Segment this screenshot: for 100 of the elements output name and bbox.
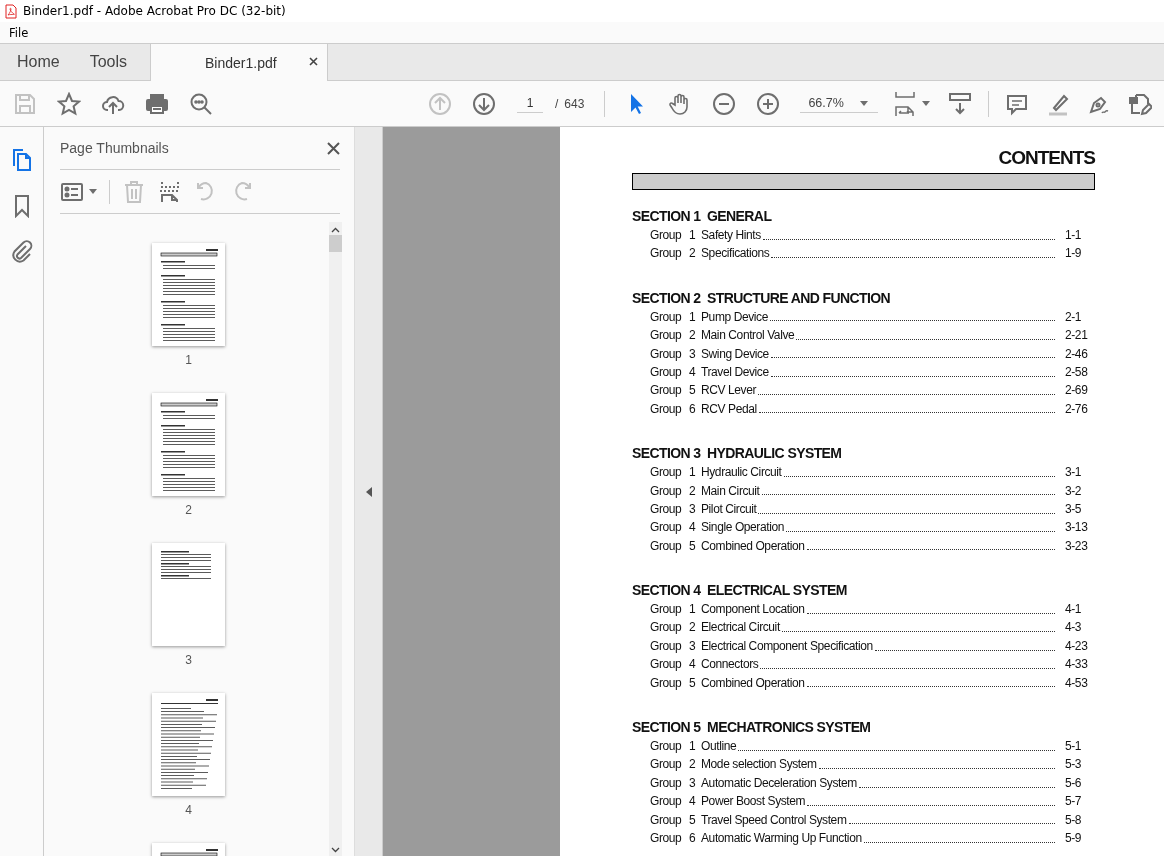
group-title: Combined Operation bbox=[701, 538, 806, 553]
zoom-field[interactable]: 66.7% bbox=[800, 94, 879, 113]
page-number-label: 4 bbox=[185, 803, 192, 817]
group-label: Group bbox=[650, 739, 683, 754]
nav-tab[interactable]: Home bbox=[2, 44, 75, 80]
section-title: SECTION 1 GENERAL bbox=[632, 208, 773, 224]
group-label: Group bbox=[650, 383, 683, 398]
group-title: Mode selection System bbox=[701, 757, 818, 772]
group-title: Main Control Valve bbox=[701, 328, 796, 343]
document-tab[interactable]: Binder1.pdf bbox=[150, 44, 328, 81]
page-reference: 5-8 bbox=[1065, 812, 1083, 827]
group-number: 5 bbox=[689, 383, 697, 398]
group-label: Group bbox=[650, 812, 683, 827]
group-title: Electrical Component Specification bbox=[701, 638, 874, 653]
group-label: Group bbox=[650, 757, 683, 772]
page-reference: 5-7 bbox=[1065, 794, 1083, 809]
page-reference: 3-5 bbox=[1065, 501, 1083, 516]
page-reference: 5-3 bbox=[1065, 757, 1083, 772]
group-title: Travel Speed Control System bbox=[701, 812, 848, 827]
group-title: Swing Device bbox=[701, 346, 770, 361]
panel-title: Page Thumbnails bbox=[60, 140, 169, 156]
group-title: Hydraulic Circuit bbox=[701, 465, 783, 480]
page-number-label: 2 bbox=[185, 503, 192, 517]
nav-tab[interactable]: Tools bbox=[74, 44, 143, 80]
page-reference: 2-21 bbox=[1065, 328, 1089, 343]
group-label: Group bbox=[650, 638, 683, 653]
group-number: 3 bbox=[689, 775, 697, 790]
group-label: Group bbox=[650, 346, 683, 361]
group-number: 3 bbox=[689, 638, 697, 653]
group-number: 5 bbox=[689, 538, 697, 553]
group-number: 4 bbox=[689, 657, 697, 672]
page-reference: 5-9 bbox=[1065, 831, 1083, 845]
page-count: 643 bbox=[564, 96, 585, 111]
group-title: Outline bbox=[701, 739, 738, 754]
group-number: 2 bbox=[689, 328, 697, 343]
page-reference: 3-1 bbox=[1065, 465, 1083, 480]
group-title: RCV Lever bbox=[701, 383, 758, 398]
group-title: Single Operation bbox=[701, 520, 785, 535]
group-number: 1 bbox=[689, 739, 697, 754]
group-number: 1 bbox=[689, 465, 697, 480]
page-reference: 2-69 bbox=[1065, 383, 1089, 398]
page-reference: 2-76 bbox=[1065, 401, 1089, 416]
group-title: Combined Operation bbox=[701, 675, 806, 690]
window-title: Binder1.pdf - Adobe Acrobat Pro DC (32-bit) bbox=[23, 4, 286, 18]
page-reference: 2-58 bbox=[1065, 364, 1089, 379]
menu-item[interactable]: File bbox=[7, 25, 31, 40]
group-number: 6 bbox=[689, 401, 697, 416]
group-number: 5 bbox=[689, 675, 697, 690]
group-title: RCV Pedal bbox=[701, 401, 758, 416]
group-number: 4 bbox=[689, 364, 697, 379]
group-title: Automatic Deceleration System bbox=[701, 775, 858, 790]
group-label: Group bbox=[650, 246, 683, 261]
page-number-field[interactable]: 1 bbox=[517, 94, 543, 113]
group-number: 6 bbox=[689, 831, 697, 845]
group-number: 1 bbox=[689, 309, 697, 324]
section-title: SECTION 4 ELECTRICAL SYSTEM bbox=[632, 582, 848, 599]
group-label: Group bbox=[650, 602, 683, 617]
group-label: Group bbox=[650, 483, 683, 498]
group-number: 4 bbox=[689, 520, 697, 535]
group-title: Electrical Circuit bbox=[701, 620, 782, 635]
page-number-label: 1 bbox=[185, 353, 192, 367]
page-reference: 5-6 bbox=[1065, 775, 1083, 790]
page-reference: 3-13 bbox=[1065, 520, 1089, 535]
group-label: Group bbox=[650, 675, 683, 690]
group-label: Group bbox=[650, 775, 683, 790]
section-title: SECTION 5 MECHATRONICS SYSTEM bbox=[632, 719, 872, 736]
page-reference: 4-53 bbox=[1065, 675, 1089, 690]
section-title: SECTION 2 STRUCTURE AND FUNCTION bbox=[632, 289, 892, 306]
group-title: Pump Device bbox=[701, 309, 769, 324]
group-title: Travel Device bbox=[701, 364, 770, 379]
group-title: Main Circuit bbox=[701, 483, 761, 498]
group-label: Group bbox=[650, 309, 683, 324]
group-label: Group bbox=[650, 831, 683, 845]
group-number: 3 bbox=[689, 501, 697, 516]
group-number: 2 bbox=[689, 620, 697, 635]
group-number: 3 bbox=[689, 346, 697, 361]
contents-heading: CONTENTS bbox=[998, 147, 1095, 169]
group-label: Group bbox=[650, 465, 683, 480]
group-label: Group bbox=[650, 520, 683, 535]
group-label: Group bbox=[650, 228, 683, 242]
page-number-label: 3 bbox=[185, 653, 192, 667]
page-reference: 4-23 bbox=[1065, 638, 1089, 653]
group-title: Safety Hints bbox=[701, 228, 762, 242]
group-number: 2 bbox=[689, 246, 697, 261]
page-reference: 3-23 bbox=[1065, 538, 1089, 553]
page-reference: 4-3 bbox=[1065, 620, 1083, 635]
group-number: 2 bbox=[689, 483, 697, 498]
group-number: 4 bbox=[689, 794, 697, 809]
group-label: Group bbox=[650, 501, 683, 516]
group-title: Specifications bbox=[701, 246, 771, 261]
page-reference: 4-1 bbox=[1065, 602, 1083, 617]
group-label: Group bbox=[650, 657, 683, 672]
group-number: 1 bbox=[689, 602, 697, 617]
page-separator: / bbox=[555, 96, 559, 111]
page-reference: 1-9 bbox=[1065, 246, 1083, 261]
section-title: SECTION 3 HYDRAULIC SYSTEM bbox=[632, 445, 843, 462]
group-number: 5 bbox=[689, 812, 697, 827]
page-reference: 2-46 bbox=[1065, 346, 1089, 361]
group-title: Pilot Circuit bbox=[701, 501, 758, 516]
page-reference: 1-1 bbox=[1065, 228, 1083, 242]
